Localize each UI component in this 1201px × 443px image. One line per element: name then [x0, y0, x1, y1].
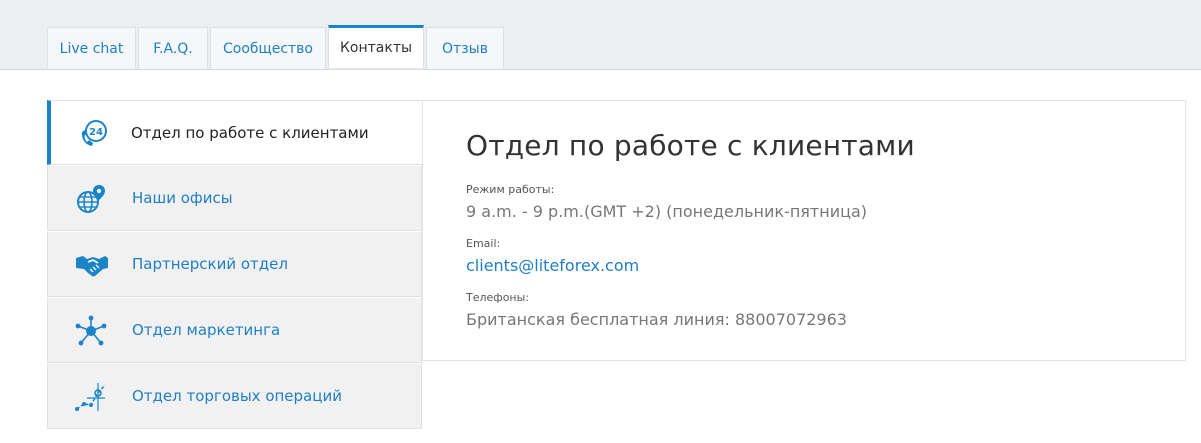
support-24-icon: 24	[78, 118, 110, 150]
svg-text:24: 24	[89, 127, 103, 138]
sidebar-item-customer-service[interactable]: 24 Отдел по работе с клиентами	[47, 100, 422, 165]
email-link[interactable]: clients@liteforex.com	[466, 256, 639, 275]
tab-community[interactable]: Сообщество	[210, 27, 326, 69]
handshake-icon	[75, 249, 108, 281]
globe-pin-icon	[75, 183, 107, 215]
phones-value: Британская бесплатная линия: 88007072963	[466, 310, 847, 329]
trading-chart-icon	[75, 381, 107, 413]
sidebar-item-label: Отдел маркетинга	[132, 321, 281, 339]
phones-label: Телефоны:	[466, 291, 530, 304]
sidebar-item-trading[interactable]: Отдел торговых операций	[47, 364, 422, 429]
sidebar-item-offices[interactable]: Наши офисы	[47, 166, 422, 231]
page-title: Отдел по работе с клиентами	[466, 129, 915, 162]
department-sidebar: 24 Отдел по работе с клиентами Наши офис…	[47, 100, 422, 430]
tab-contacts[interactable]: Контакты	[328, 25, 424, 68]
contact-details-panel: Отдел по работе с клиентами Режим работы…	[422, 100, 1186, 361]
tab-review[interactable]: Отзыв	[426, 27, 504, 69]
tab-faq[interactable]: F.A.Q.	[138, 27, 208, 69]
sidebar-item-label: Партнерский отдел	[132, 255, 288, 273]
email-label: Email:	[466, 237, 501, 250]
sidebar-item-label: Отдел торговых операций	[132, 387, 342, 405]
network-icon	[75, 315, 107, 347]
hours-label: Режим работы:	[466, 183, 555, 196]
tab-bar: Live chat F.A.Q. Сообщество Контакты Отз…	[47, 25, 506, 70]
sidebar-item-label: Отдел по работе с клиентами	[131, 123, 369, 142]
sidebar-item-label: Наши офисы	[132, 189, 233, 207]
sidebar-item-marketing[interactable]: Отдел маркетинга	[47, 298, 422, 363]
tab-live-chat[interactable]: Live chat	[47, 27, 136, 69]
hours-value: 9 a.m. - 9 p.m.(GMT +2) (понедельник-пят…	[466, 202, 868, 221]
sidebar-item-partners[interactable]: Партнерский отдел	[47, 232, 422, 297]
